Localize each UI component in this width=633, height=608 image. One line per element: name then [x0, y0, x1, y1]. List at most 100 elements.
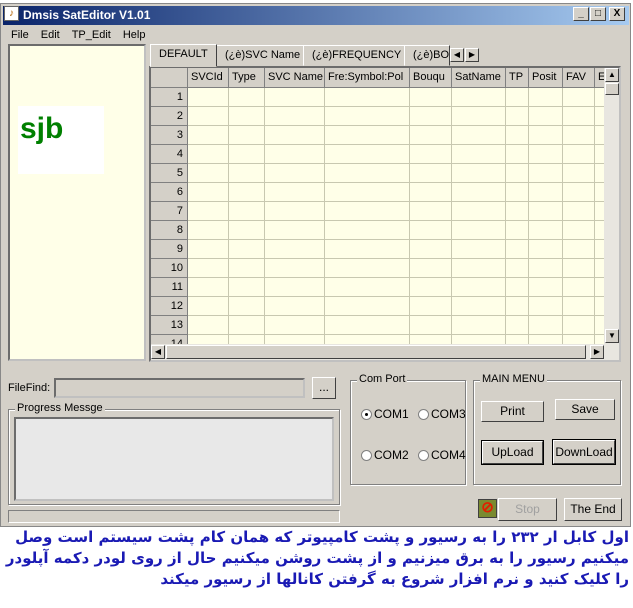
radio-com2[interactable]: COM2	[361, 448, 409, 462]
grid-cell[interactable]	[506, 240, 529, 259]
grid-cell[interactable]	[229, 316, 265, 335]
the-end-button[interactable]: The End	[564, 498, 622, 521]
grid-cell[interactable]	[188, 240, 229, 259]
grid-cell[interactable]	[229, 107, 265, 126]
grid-cell[interactable]	[410, 145, 452, 164]
grid-cell[interactable]	[325, 221, 410, 240]
grid-cell[interactable]	[229, 259, 265, 278]
grid-cell[interactable]	[410, 316, 452, 335]
grid-cell[interactable]	[265, 316, 325, 335]
menu-help[interactable]: Help	[123, 27, 146, 43]
grid-cell[interactable]	[265, 202, 325, 221]
grid-cell[interactable]	[325, 316, 410, 335]
stop-button[interactable]: Stop	[498, 498, 557, 521]
scroll-up-icon[interactable]: ▲	[605, 68, 619, 82]
grid-cell[interactable]	[452, 221, 506, 240]
row-header[interactable]: 8	[151, 221, 188, 240]
grid-cell[interactable]	[529, 88, 563, 107]
tab-frequency[interactable]: (¿è)FREQUENCY	[303, 45, 411, 66]
grid-cell[interactable]	[410, 107, 452, 126]
grid-cell[interactable]	[229, 240, 265, 259]
grid-cell[interactable]	[265, 126, 325, 145]
tab-bouquet[interactable]: (¿è)BOU	[404, 45, 450, 66]
row-header[interactable]: 13	[151, 316, 188, 335]
column-header[interactable]: SatName	[452, 68, 506, 88]
grid-cell[interactable]	[188, 107, 229, 126]
grid-cell[interactable]	[506, 316, 529, 335]
grid-cell[interactable]	[325, 88, 410, 107]
grid-cell[interactable]	[452, 107, 506, 126]
tab-scroll-right-icon[interactable]: ▶	[465, 48, 479, 62]
grid-cell[interactable]	[563, 240, 595, 259]
grid-cell[interactable]	[410, 221, 452, 240]
column-header[interactable]: SVC Name	[265, 68, 325, 88]
minimize-button[interactable]: _	[573, 7, 589, 21]
grid-cell[interactable]	[265, 221, 325, 240]
grid-cell[interactable]	[563, 107, 595, 126]
radio-com1[interactable]: COM1	[361, 407, 409, 421]
row-header[interactable]: 5	[151, 164, 188, 183]
grid-cell[interactable]	[265, 240, 325, 259]
grid-cell[interactable]	[452, 126, 506, 145]
grid-cell[interactable]	[265, 183, 325, 202]
print-button[interactable]: Print	[481, 401, 544, 422]
grid-cell[interactable]	[529, 202, 563, 221]
grid-cell[interactable]	[229, 183, 265, 202]
grid-cell[interactable]	[410, 278, 452, 297]
grid-cell[interactable]	[325, 126, 410, 145]
grid-cell[interactable]	[265, 88, 325, 107]
grid-cell[interactable]	[529, 164, 563, 183]
row-header[interactable]: 9	[151, 240, 188, 259]
grid-cell[interactable]	[529, 221, 563, 240]
grid-cell[interactable]	[188, 202, 229, 221]
grid-cell[interactable]	[265, 164, 325, 183]
grid-cell[interactable]	[563, 316, 595, 335]
grid-cell[interactable]	[265, 259, 325, 278]
save-button[interactable]: Save	[555, 399, 615, 420]
row-header[interactable]: 12	[151, 297, 188, 316]
row-header[interactable]: 1	[151, 88, 188, 107]
grid-cell[interactable]	[188, 221, 229, 240]
grid-cell[interactable]	[188, 145, 229, 164]
grid-cell[interactable]	[506, 221, 529, 240]
scroll-down-icon[interactable]: ▼	[605, 329, 619, 343]
column-header[interactable]: TP	[506, 68, 529, 88]
grid-cell[interactable]	[529, 183, 563, 202]
column-header[interactable]: Fre:Symbol:Pol	[325, 68, 410, 88]
grid-cell[interactable]	[188, 259, 229, 278]
menu-file[interactable]: File	[11, 27, 29, 43]
grid-cell[interactable]	[229, 145, 265, 164]
grid-cell[interactable]	[529, 259, 563, 278]
grid-cell[interactable]	[188, 164, 229, 183]
vertical-scrollbar[interactable]	[604, 68, 619, 344]
grid-cell[interactable]	[529, 126, 563, 145]
browse-button[interactable]: ...	[312, 377, 336, 399]
grid-cell[interactable]	[325, 240, 410, 259]
channel-grid[interactable]: SVCId Type SVC Name Fre:Symbol:Pol Bouqu SatN…	[149, 66, 621, 362]
grid-cell[interactable]	[265, 297, 325, 316]
row-header[interactable]: 7	[151, 202, 188, 221]
grid-cell[interactable]	[506, 145, 529, 164]
grid-cell[interactable]	[410, 88, 452, 107]
grid-cell[interactable]	[410, 202, 452, 221]
grid-cell[interactable]	[452, 278, 506, 297]
download-button[interactable]: DownLoad	[552, 439, 616, 465]
grid-cell[interactable]	[188, 297, 229, 316]
grid-cell[interactable]	[229, 202, 265, 221]
grid-cell[interactable]	[229, 164, 265, 183]
grid-cell[interactable]	[529, 316, 563, 335]
grid-cell[interactable]	[506, 202, 529, 221]
grid-cell[interactable]	[506, 297, 529, 316]
grid-cell[interactable]	[325, 145, 410, 164]
grid-cell[interactable]	[229, 88, 265, 107]
grid-cell[interactable]	[529, 297, 563, 316]
filefind-input[interactable]	[54, 378, 305, 398]
grid-cell[interactable]	[452, 88, 506, 107]
grid-cell[interactable]	[325, 202, 410, 221]
grid-cell[interactable]	[229, 297, 265, 316]
column-header[interactable]: Bouqu	[410, 68, 452, 88]
row-header[interactable]: 2	[151, 107, 188, 126]
maximize-button[interactable]: □	[590, 7, 606, 21]
grid-cell[interactable]	[325, 297, 410, 316]
scroll-left-icon[interactable]: ◀	[151, 345, 165, 359]
